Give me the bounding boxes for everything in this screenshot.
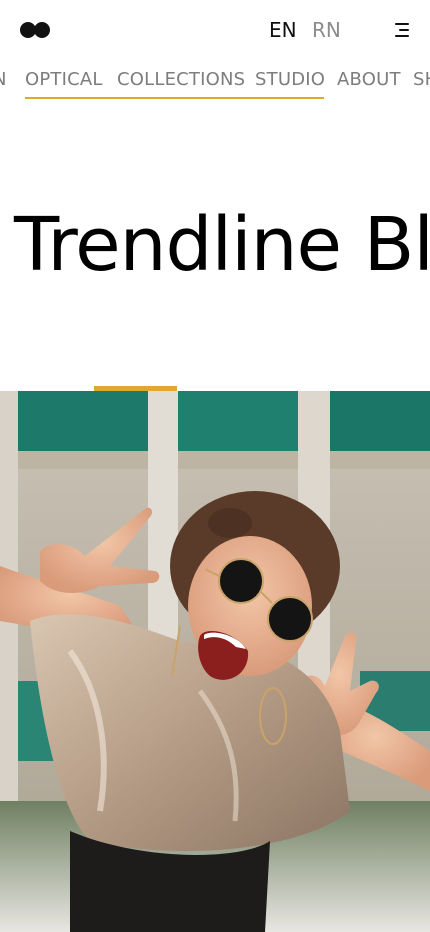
nav-item-partial-right[interactable]: SH — [413, 68, 430, 92]
menu-line — [395, 35, 409, 37]
hamburger-menu-icon[interactable] — [391, 22, 409, 38]
logo-icon[interactable] — [20, 22, 52, 38]
nav-item-partial-left[interactable]: N — [0, 68, 7, 92]
language-en[interactable]: EN — [269, 18, 297, 42]
hero-title: Trendline Bl — [14, 202, 430, 288]
logo-dot-right — [34, 22, 50, 38]
menu-line — [399, 29, 409, 31]
nav-item-about[interactable]: ABOUT — [337, 68, 401, 92]
hero-photo — [0, 391, 430, 932]
nav-item-optical[interactable]: OPTICAL — [25, 68, 103, 92]
nav-active-underline — [25, 97, 324, 99]
header: EN RN — [0, 0, 430, 60]
nav-item-studio[interactable]: STUDIO — [255, 68, 325, 92]
main-nav: N OPTICAL COLLECTIONS STUDIO ABOUT SH — [0, 64, 430, 104]
nav-item-collections[interactable]: COLLECTIONS — [117, 68, 245, 92]
menu-line — [395, 23, 409, 25]
photo-woman-sunglasses-icon — [0, 391, 430, 932]
language-rn[interactable]: RN — [312, 18, 341, 42]
